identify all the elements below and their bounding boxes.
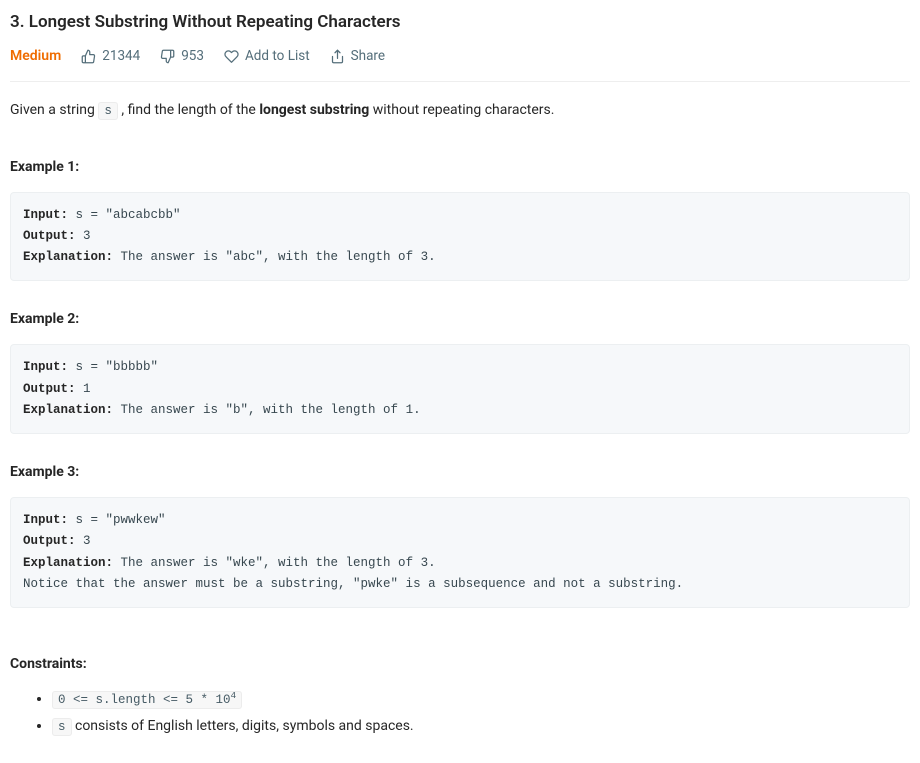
dislikes-count: 953 xyxy=(181,46,204,66)
example-code: Input: s = "abcabcbb" Output: 3 Explanat… xyxy=(10,192,910,282)
constraints-list: 0 <= s.length <= 5 * 104 s consists of E… xyxy=(10,689,910,737)
inline-code-s: s xyxy=(98,102,118,120)
add-to-list-label: Add to List xyxy=(245,46,310,66)
share-label: Share xyxy=(351,46,385,66)
constraints-heading: Constraints: xyxy=(10,654,910,675)
constraint-item: s consists of English letters, digits, s… xyxy=(52,716,910,737)
dislike-button[interactable]: 953 xyxy=(160,46,204,66)
example-1: Example 1: Input: s = "abcabcbb" Output:… xyxy=(10,157,910,282)
share-button[interactable]: Share xyxy=(330,46,385,66)
example-2: Example 2: Input: s = "bbbbb" Output: 1 … xyxy=(10,309,910,434)
example-heading: Example 3: xyxy=(10,462,910,483)
example-code: Input: s = "pwwkew" Output: 3 Explanatio… xyxy=(10,497,910,608)
problem-title: 3. Longest Substring Without Repeating C… xyxy=(10,10,910,36)
example-heading: Example 1: xyxy=(10,157,910,178)
constraint-code: s xyxy=(52,718,72,736)
likes-count: 21344 xyxy=(102,46,140,66)
example-code: Input: s = "bbbbb" Output: 1 Explanation… xyxy=(10,344,910,434)
example-3: Example 3: Input: s = "pwwkew" Output: 3… xyxy=(10,462,910,608)
constraint-item: 0 <= s.length <= 5 * 104 xyxy=(52,689,910,710)
thumbs-down-icon xyxy=(160,49,175,64)
add-to-list-button[interactable]: Add to List xyxy=(224,46,310,66)
share-icon xyxy=(330,49,345,64)
meta-row: Medium 21344 953 Add to List Share xyxy=(10,46,910,82)
heart-icon xyxy=(224,49,239,64)
example-heading: Example 2: xyxy=(10,309,910,330)
constraint-code: 0 <= s.length <= 5 * 104 xyxy=(52,691,242,709)
problem-description: Given a string s , find the length of th… xyxy=(10,100,910,121)
difficulty-badge: Medium xyxy=(10,46,61,67)
like-button[interactable]: 21344 xyxy=(81,46,140,66)
thumbs-up-icon xyxy=(81,49,96,64)
